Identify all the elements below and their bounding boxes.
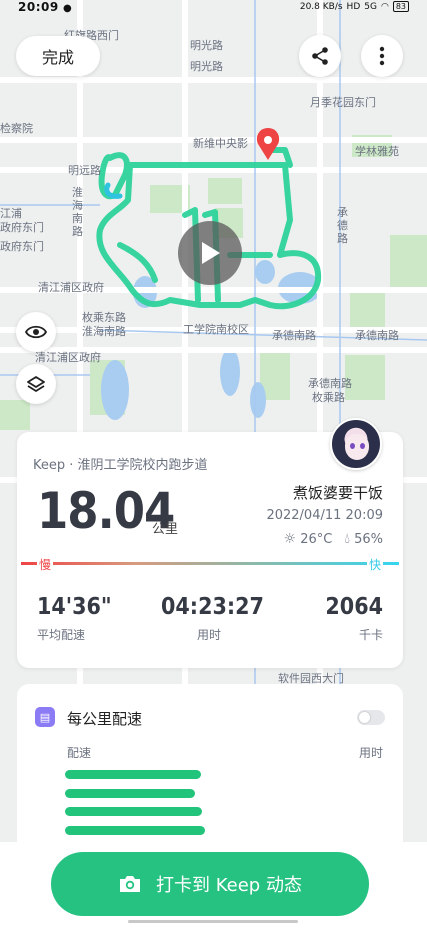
km-pace-bar bbox=[65, 807, 202, 816]
wifi-icon: ◠ bbox=[380, 1, 389, 12]
checkin-button[interactable]: 打卡到 Keep 动态 bbox=[51, 852, 369, 916]
stat-value: 04:23:27 bbox=[161, 594, 264, 620]
temperature-value: 26°C bbox=[300, 532, 333, 547]
status-icons: 20.8 KB/s HD 5G ◠ 83 bbox=[300, 1, 409, 12]
username[interactable]: 煮饭婆要干饭 bbox=[293, 482, 383, 503]
more-button[interactable] bbox=[361, 35, 403, 77]
map-label: 月季花园东门 bbox=[310, 96, 376, 109]
column-header-pace: 配速 bbox=[67, 746, 92, 760]
camera-icon bbox=[120, 876, 141, 892]
checkin-label: 打卡到 Keep 动态 bbox=[156, 875, 302, 896]
avatar-eye bbox=[350, 443, 355, 449]
status-time: 20:09 bbox=[18, 0, 59, 14]
avatar-face bbox=[345, 434, 369, 460]
stat-label: 千卡 bbox=[358, 628, 383, 642]
eye-icon bbox=[25, 325, 47, 339]
per-km-title: 每公里配速 bbox=[67, 710, 143, 728]
weather-info: ☼ 26°C 💧︎ 56% bbox=[284, 531, 383, 547]
map-label: 承德南路 bbox=[355, 329, 399, 342]
route-name: Keep · 淮阴工学院校内跑步道 bbox=[33, 458, 208, 473]
map-label: 明光路 bbox=[190, 60, 223, 73]
share-icon bbox=[312, 47, 328, 65]
stat-value: 2064 bbox=[325, 594, 383, 620]
map-label: 政府东门 bbox=[0, 221, 44, 234]
distance-unit: 公里 bbox=[152, 522, 179, 537]
done-button[interactable]: 完成 bbox=[16, 36, 100, 76]
map-label: 明光路 bbox=[190, 39, 223, 52]
pace-gradient-bar bbox=[21, 562, 399, 565]
status-bar: 20:09 ● 20.8 KB/s HD 5G ◠ 83 bbox=[0, 0, 427, 16]
end-pin-icon bbox=[256, 128, 280, 160]
avatar[interactable] bbox=[330, 418, 382, 470]
stat-avg-pace: 14'36" 平均配速 bbox=[37, 594, 112, 643]
ruler-icon: ▤ bbox=[35, 707, 55, 727]
stat-label: 平均配速 bbox=[37, 628, 86, 642]
network-speed: 20.8 KB/s bbox=[299, 1, 343, 12]
toggle-visibility-button[interactable] bbox=[16, 312, 56, 352]
map-label: 枚乘路 bbox=[312, 391, 345, 404]
per-km-pace-card: ▤ 每公里配速 配速 用时 bbox=[17, 684, 403, 854]
humidity: 💧︎ 56% bbox=[344, 531, 383, 547]
map-layers-button[interactable] bbox=[16, 364, 56, 404]
humidity-value: 56% bbox=[354, 532, 383, 547]
map-label: 承德路 bbox=[337, 206, 348, 245]
home-indicator[interactable] bbox=[128, 920, 298, 923]
battery-level: 83 bbox=[392, 1, 409, 12]
share-button[interactable] bbox=[299, 35, 341, 77]
map-label: 淮海南路 bbox=[72, 186, 83, 238]
stat-label: 用时 bbox=[196, 628, 221, 642]
hd-badge: HD bbox=[346, 1, 361, 12]
play-button[interactable] bbox=[178, 221, 242, 285]
layers-icon bbox=[27, 376, 45, 392]
stat-value: 14'36" bbox=[37, 594, 112, 620]
km-pace-bar bbox=[65, 789, 195, 798]
run-datetime: 2022/04/11 20:09 bbox=[266, 508, 383, 523]
more-vertical-icon bbox=[379, 46, 385, 66]
stat-calories: 2064 千卡 bbox=[325, 594, 383, 643]
signal-label: 5G bbox=[364, 1, 377, 12]
avatar-eye bbox=[360, 443, 365, 449]
km-pace-bar bbox=[65, 770, 201, 779]
map-label: 明远路 bbox=[68, 164, 101, 177]
pace-fast-label: 快 bbox=[366, 556, 383, 573]
droplet-icon: 💧︎ bbox=[344, 531, 350, 547]
column-header-time: 用时 bbox=[358, 746, 383, 760]
per-km-toggle[interactable] bbox=[357, 710, 385, 725]
km-pace-bar bbox=[65, 826, 205, 835]
temperature: ☼ 26°C bbox=[284, 531, 333, 547]
stat-duration: 04:23:27 用时 bbox=[161, 594, 264, 643]
map-label: 新维中央影 bbox=[193, 137, 248, 150]
sun-icon: ☼ bbox=[283, 531, 297, 547]
map-label: 承德南路 bbox=[272, 329, 316, 342]
play-icon bbox=[202, 242, 220, 264]
map-label: 清江浦区政府 bbox=[38, 281, 104, 294]
map-label: 清江浦区政府 bbox=[35, 351, 101, 364]
map-label: 检察院 bbox=[0, 122, 33, 135]
map-label: 政府东门 bbox=[0, 240, 44, 253]
map-label: 淮海南路 bbox=[82, 325, 126, 338]
map-label: 学林雅苑 bbox=[355, 145, 399, 158]
map-label: 工学院南校区 bbox=[183, 323, 249, 336]
pace-slow-label: 慢 bbox=[37, 556, 54, 573]
notification-icon: ● bbox=[63, 3, 72, 14]
